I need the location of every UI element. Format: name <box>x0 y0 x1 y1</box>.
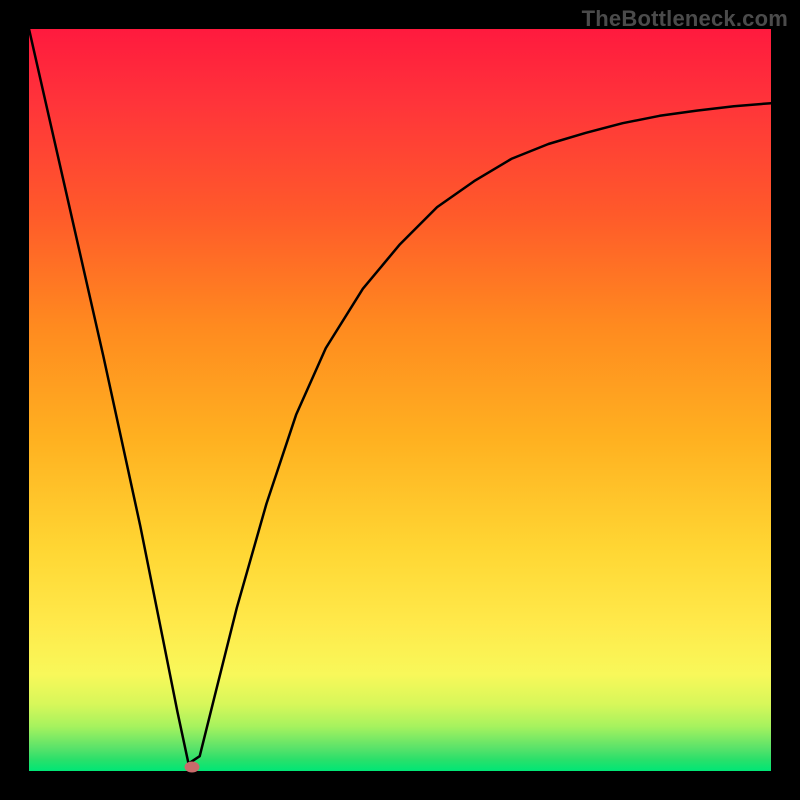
watermark-label: TheBottleneck.com <box>582 6 788 32</box>
plot-area <box>29 29 771 771</box>
chart-frame: TheBottleneck.com <box>0 0 800 800</box>
optimum-marker <box>185 762 200 773</box>
bottleneck-curve <box>29 29 771 771</box>
